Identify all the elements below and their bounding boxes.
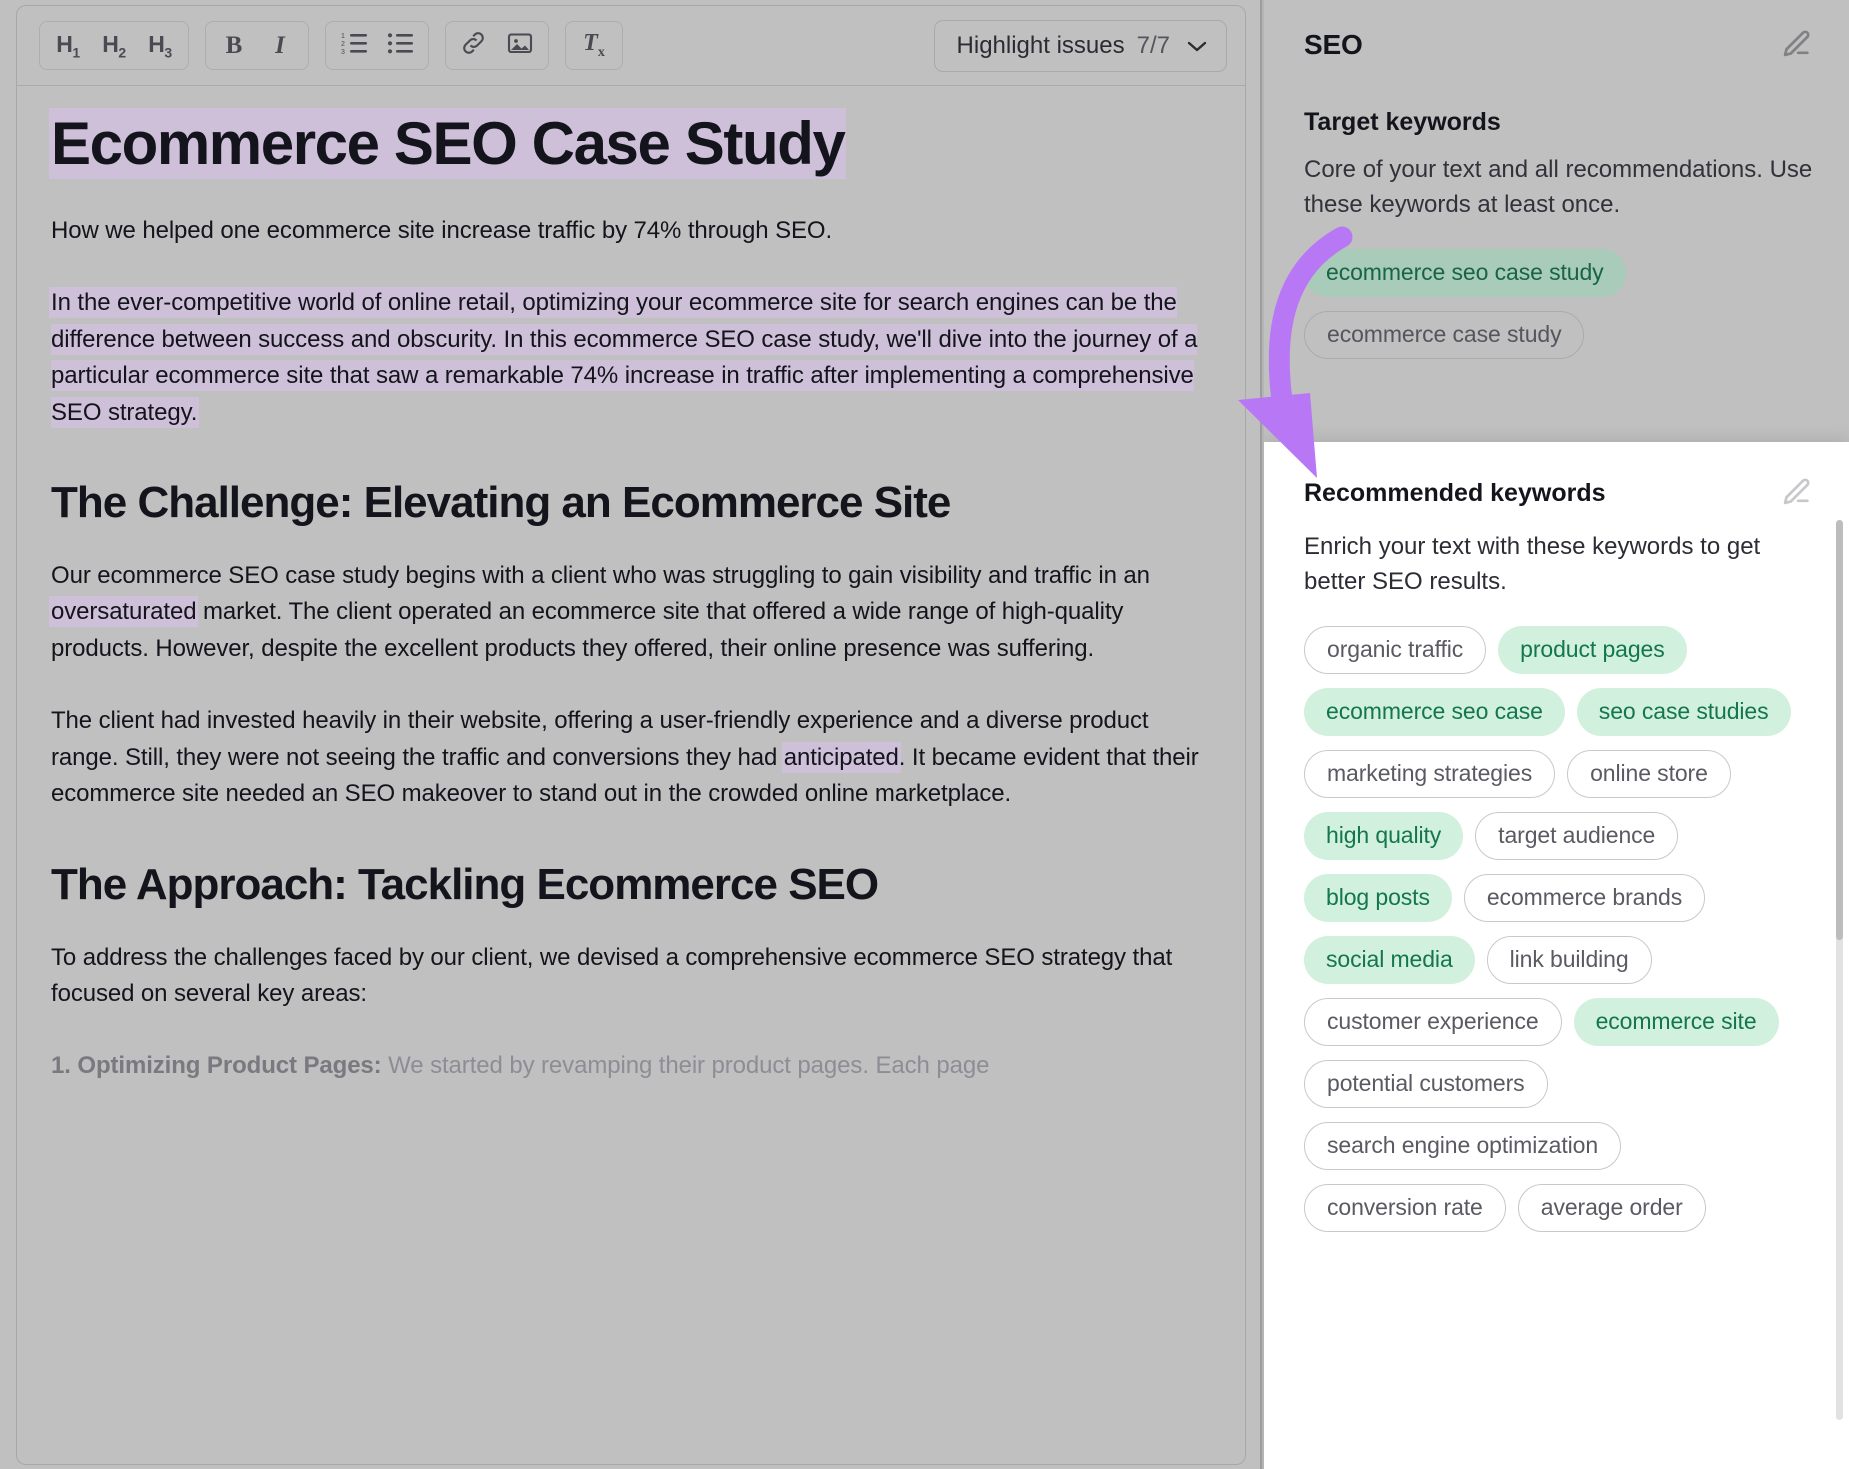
scrollbar-thumb[interactable] — [1836, 520, 1843, 940]
recommended-keyword-tag[interactable]: social media — [1304, 935, 1475, 984]
h1-sub: 1 — [72, 44, 80, 61]
pencil-icon[interactable] — [1779, 28, 1813, 62]
editor-pane: H1 H2 H3 B I 1 2 3 Tx Highlight issues 7… — [0, 0, 1262, 1469]
recommended-keyword-tag[interactable]: search engine optimization — [1304, 1121, 1622, 1170]
clear-format-label: T — [583, 30, 598, 57]
ordered-list-icon: 1 2 3 — [341, 31, 367, 60]
recommended-keyword-tag[interactable]: organic traffic — [1304, 625, 1487, 674]
bullet-list-button[interactable] — [378, 24, 422, 67]
document-intro-paragraph: How we helped one ecommerce site increas… — [51, 216, 833, 244]
p3-highlight-anticipated: anticipated — [783, 743, 899, 771]
recommended-keywords-header: Recommended keywords — [1304, 476, 1813, 510]
document-title: Ecommerce SEO Case Study — [51, 110, 1211, 177]
recommended-keywords-tag-list: organic traffic product pages ecommerce … — [1304, 625, 1813, 1232]
document-body[interactable]: Ecommerce SEO Case Study How we helped o… — [17, 86, 1245, 1085]
seo-panel-top: SEO Target keywords Core of your text an… — [1264, 0, 1849, 442]
link-button[interactable] — [452, 24, 496, 67]
recommended-keyword-tag[interactable]: blog posts — [1304, 873, 1452, 922]
insert-button-group — [445, 21, 549, 70]
list-item-1-bold: 1. Optimizing Product Pages: — [51, 1052, 382, 1080]
editor-frame: H1 H2 H3 B I 1 2 3 Tx Highlight issues 7… — [16, 5, 1260, 1465]
recommended-keywords-section: Recommended keywords Enrich your text wi… — [1264, 442, 1849, 1469]
highlight-issues-label: Highlight issues — [956, 32, 1125, 59]
svg-text:3: 3 — [341, 49, 345, 55]
recommended-keyword-tag[interactable]: target audience — [1475, 811, 1679, 860]
recommended-keyword-tag[interactable]: customer experience — [1304, 997, 1562, 1046]
document-paragraph-1-text: In the ever-competitive world of online … — [51, 289, 1198, 426]
target-keywords-heading: Target keywords — [1304, 108, 1501, 136]
list-button-group: 1 2 3 — [325, 21, 429, 70]
pencil-icon[interactable] — [1779, 476, 1813, 510]
h3-button[interactable]: H3 — [138, 24, 182, 67]
highlight-issues-count: 7/7 — [1136, 32, 1170, 59]
recommended-keyword-tag[interactable]: seo case studies — [1576, 687, 1791, 736]
recommended-keywords-heading: Recommended keywords — [1304, 478, 1606, 507]
h2-sub: 2 — [118, 44, 126, 61]
image-icon — [507, 31, 533, 60]
document-paragraph-4: To address the challenges faced by our c… — [51, 943, 1173, 1008]
recommended-keyword-tag[interactable]: marketing strategies — [1304, 749, 1556, 798]
h2-button[interactable]: H2 — [92, 24, 136, 67]
clear-format-group: Tx — [565, 21, 623, 70]
panel-scrollbar[interactable] — [1836, 520, 1843, 1420]
seo-panel-header: SEO — [1304, 28, 1813, 62]
recommended-keyword-tag[interactable]: ecommerce brands — [1463, 873, 1706, 922]
recommended-keyword-tag[interactable]: link building — [1486, 935, 1652, 984]
bold-label: B — [225, 31, 243, 59]
recommended-keyword-tag[interactable]: online store — [1567, 749, 1731, 798]
screenshot-root: H1 H2 H3 B I 1 2 3 Tx Highlight issues 7… — [0, 0, 1849, 1469]
recommended-keyword-tag[interactable]: product pages — [1498, 625, 1687, 674]
highlight-issues-dropdown[interactable]: Highlight issues 7/7 — [933, 20, 1227, 72]
h2-label: H — [102, 30, 119, 57]
text-style-button-group: B I — [205, 21, 309, 70]
seo-panel: SEO Target keywords Core of your text an… — [1264, 0, 1849, 1469]
editor-bottom-fade — [17, 1394, 1260, 1464]
image-button[interactable] — [498, 24, 542, 67]
document-paragraph-2: Our ecommerce SEO case study begins with… — [51, 558, 1211, 667]
svg-text:2: 2 — [341, 41, 345, 48]
h3-sub: 3 — [164, 44, 172, 61]
target-keywords-tag-list: ecommerce seo case study ecommerce case … — [1304, 248, 1813, 359]
target-keyword-tag[interactable]: ecommerce seo case study — [1304, 248, 1626, 297]
target-keywords-description: Core of your text and all recommendation… — [1304, 156, 1813, 218]
heading-button-group: H1 H2 H3 — [39, 21, 189, 70]
clear-format-icon: Tx — [583, 30, 605, 61]
h3-label: H — [148, 30, 165, 57]
document-paragraph-1: In the ever-competitive world of online … — [51, 285, 1211, 431]
seo-panel-title: SEO — [1304, 29, 1363, 60]
link-icon — [460, 30, 488, 61]
h1-button[interactable]: H1 — [46, 24, 90, 67]
clear-formatting-button[interactable]: Tx — [572, 24, 616, 67]
recommended-keyword-tag[interactable]: average order — [1517, 1183, 1706, 1232]
editor-toolbar: H1 H2 H3 B I 1 2 3 Tx Highlight issues 7… — [17, 6, 1245, 86]
ordered-list-button[interactable]: 1 2 3 — [332, 24, 376, 67]
italic-label: I — [275, 31, 285, 59]
recommended-keyword-tag[interactable]: ecommerce seo case — [1304, 687, 1565, 736]
document-paragraph-3: The client had invested heavily in their… — [51, 703, 1211, 812]
chevron-down-icon — [1186, 39, 1208, 53]
h1-label: H — [56, 30, 73, 57]
recommended-keyword-tag[interactable]: high quality — [1304, 811, 1464, 860]
bullet-list-icon — [387, 31, 413, 60]
italic-button[interactable]: I — [258, 24, 302, 67]
clear-format-sub: x — [597, 44, 605, 60]
recommended-keyword-tag[interactable]: ecommerce site — [1573, 997, 1779, 1046]
recommended-keyword-tag[interactable]: potential customers — [1304, 1059, 1548, 1108]
document-heading-challenge: The Challenge: Elevating an Ecommerce Si… — [51, 478, 951, 528]
svg-text:1: 1 — [341, 33, 345, 40]
document-list-item-1: 1. Optimizing Product Pages: We started … — [51, 1048, 1211, 1084]
list-item-1-rest: We started by revamping their product pa… — [381, 1052, 990, 1080]
p2-part-a: Our ecommerce SEO case study begins with… — [51, 561, 1150, 589]
p2-part-b: market. The client operated an ecommerce… — [51, 598, 1124, 662]
target-keyword-tag[interactable]: ecommerce case study — [1304, 310, 1585, 359]
recommended-keywords-description: Enrich your text with these keywords to … — [1304, 533, 1761, 595]
p2-highlight-oversaturated: oversaturated — [51, 598, 197, 626]
document-title-text: Ecommerce SEO Case Study — [51, 110, 846, 177]
document-heading-approach: The Approach: Tackling Ecommerce SEO — [51, 859, 879, 909]
bold-button[interactable]: B — [212, 24, 256, 67]
recommended-keyword-tag[interactable]: conversion rate — [1304, 1183, 1506, 1232]
